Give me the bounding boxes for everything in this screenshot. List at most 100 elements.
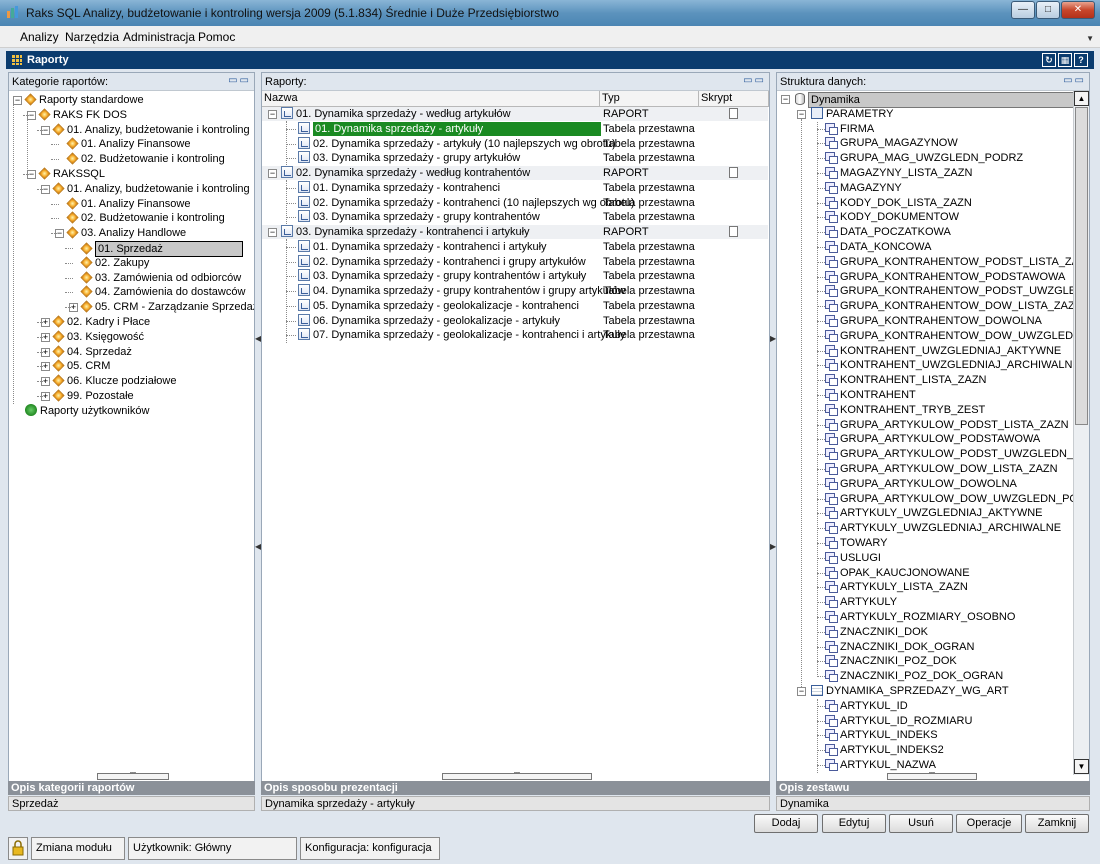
field-item[interactable]: ARTYKUL_ID_ROZMIARU xyxy=(825,714,972,728)
data-structure-tree[interactable]: − Dynamika − PARAMETRY FIRMA GRUPA_MAGAZYNOW G… xyxy=(777,91,1073,773)
col-skrypt[interactable]: Skrypt xyxy=(699,91,769,107)
tree-item[interactable]: 01. Analizy Finansowe xyxy=(66,137,190,151)
parameter-item[interactable]: ARTYKULY_UWZGLEDNIAJ_ARCHIWALNE xyxy=(825,521,1061,535)
tree-item[interactable]: 99. Pozostałe xyxy=(52,389,134,403)
tree-item[interactable]: 02. Kadry i Płace xyxy=(52,315,150,329)
tree-item[interactable]: 01. Sprzedaż xyxy=(80,241,243,257)
scroll-up-icon[interactable]: ▲ xyxy=(1074,91,1089,106)
report-name[interactable]: 01. Dynamika sprzedaży - artykuły xyxy=(298,121,601,136)
parameter-item[interactable]: GRUPA_KONTRAHENTOW_PODST_UWZGLEDN_PODRZ xyxy=(825,284,1073,298)
parameter-item[interactable]: KODY_DOK_LISTA_ZAZN xyxy=(825,196,972,210)
menu-narzedzia[interactable]: Narzędzia xyxy=(65,30,119,44)
tree-item[interactable]: 01. Analizy, budżetowanie i kontroling xyxy=(52,182,250,196)
expander-icon[interactable]: − xyxy=(781,95,790,104)
parameter-item[interactable]: ZNACZNIKI_POZ_DOK_OGRAN xyxy=(825,669,1003,683)
maximize-button[interactable]: □ xyxy=(1036,1,1060,19)
expander-icon[interactable]: − xyxy=(268,110,277,119)
script-icon[interactable] xyxy=(729,167,738,178)
chevron-down-icon[interactable]: ▼ xyxy=(1086,34,1094,43)
data-root[interactable]: Dynamika xyxy=(795,92,1073,108)
parameter-item[interactable]: GRUPA_ARTYKULOW_PODST_UWZGLEDN_PODRZ xyxy=(825,447,1073,461)
tree-item[interactable]: 01. Analizy Finansowe xyxy=(66,197,190,211)
parameter-item[interactable]: ZNACZNIKI_POZ_DOK xyxy=(825,654,957,668)
splitter-grip-icon[interactable]: ˇˇˇ xyxy=(887,773,977,780)
tree-item[interactable]: RAKS FK DOS xyxy=(38,108,127,122)
expander-icon[interactable]: − xyxy=(797,687,806,696)
edit-button[interactable]: Edytuj xyxy=(822,814,886,833)
report-name[interactable]: 01. Dynamika sprzedaży - kontrahenci xyxy=(298,180,500,195)
parameter-item[interactable]: ARTYKULY xyxy=(825,595,897,609)
field-item[interactable]: ARTYKUL_ID xyxy=(825,699,908,713)
refresh-icon[interactable]: ↻ xyxy=(1042,53,1056,67)
menu-administracja[interactable]: Administracja xyxy=(123,30,195,44)
parameter-item[interactable]: ARTYKULY_UWZGLEDNIAJ_AKTYWNE xyxy=(825,506,1043,520)
help-icon[interactable]: ? xyxy=(1074,53,1088,67)
vertical-scrollbar[interactable]: ▲ ▼ xyxy=(1073,91,1089,775)
panel-window-icon[interactable]: ▭▭ xyxy=(228,75,251,86)
scroll-thumb[interactable] xyxy=(1075,107,1088,425)
parameter-item[interactable]: GRUPA_ARTYKULOW_PODST_LISTA_ZAZN xyxy=(825,418,1069,432)
splitter-grip-icon[interactable]: ˇˇˇ xyxy=(442,773,592,780)
tree-item[interactable]: 04. Zamówienia do dostawców xyxy=(80,285,245,299)
parameter-item[interactable]: DATA_POCZATKOWA xyxy=(825,225,951,239)
scroll-down-icon[interactable]: ▼ xyxy=(1074,759,1089,774)
tree-item[interactable]: 03. Zamówienia od odbiorców xyxy=(80,271,241,285)
add-button[interactable]: Dodaj xyxy=(754,814,818,833)
parameter-item[interactable]: KONTRAHENT_UWZGLEDNIAJ_AKTYWNE xyxy=(825,344,1061,358)
minimize-button[interactable]: — xyxy=(1011,1,1035,19)
lock-icon[interactable] xyxy=(8,837,28,860)
col-typ[interactable]: Typ xyxy=(600,91,699,107)
report-name[interactable]: 04. Dynamika sprzedaży - grupy kontrahen… xyxy=(298,284,625,298)
report-name[interactable]: 02. Dynamika sprzedaży - kontrahenci (10… xyxy=(298,195,635,210)
parameter-item[interactable]: GRUPA_ARTYKULOW_DOW_UWZGLEDN_PODRZ xyxy=(825,492,1073,506)
tree-item[interactable]: 05. CRM - Zarządzanie Sprzedażą xyxy=(80,300,254,314)
tree-item[interactable]: 01. Analizy, budżetowanie i kontroling xyxy=(52,123,250,137)
parameter-item[interactable]: ARTYKULY_ROZMIARY_OSOBNO xyxy=(825,610,1015,624)
tree-item[interactable]: Raporty użytkowników xyxy=(25,403,149,418)
close-window-button[interactable]: Zamknij xyxy=(1025,814,1089,833)
report-name[interactable]: 03. Dynamika sprzedaży - grupy artykułów xyxy=(298,151,520,165)
delete-button[interactable]: Usuń xyxy=(889,814,953,833)
report-name[interactable]: 03. Dynamika sprzedaży - grupy kontrahen… xyxy=(298,269,586,283)
field-item[interactable]: ARTYKUL_INDEKS xyxy=(825,728,938,742)
operations-button[interactable]: Operacje xyxy=(956,814,1022,833)
expander-icon[interactable]: − xyxy=(268,228,277,237)
parameter-item[interactable]: MAGAZYNY_LISTA_ZAZN xyxy=(825,166,972,180)
script-icon[interactable] xyxy=(729,108,738,119)
field-item[interactable]: ARTYKUL_INDEKS2 xyxy=(825,743,944,757)
splitter-grip-icon[interactable]: ˇˇˇ xyxy=(97,773,169,780)
report-name[interactable]: 03. Dynamika sprzedaży - kontrahenci i a… xyxy=(281,225,530,239)
expander-icon[interactable]: − xyxy=(13,96,22,105)
expander-icon[interactable]: − xyxy=(797,109,806,119)
menu-analizy[interactable]: Analizy xyxy=(20,30,59,44)
parameter-item[interactable]: GRUPA_MAG_UWZGLEDN_PODRZ xyxy=(825,151,1023,165)
report-name[interactable]: 01. Dynamika sprzedaży - według artykułó… xyxy=(281,107,511,121)
module-switch-button[interactable]: Zmiana modułu ▼ xyxy=(31,837,125,860)
tree-item[interactable]: Raporty standardowe xyxy=(24,93,144,107)
report-name[interactable]: 05. Dynamika sprzedaży - geolokalizacje … xyxy=(298,298,579,313)
parameters-node[interactable]: PARAMETRY xyxy=(811,106,893,121)
tree-item[interactable]: 05. CRM xyxy=(52,359,110,373)
parameter-item[interactable]: GRUPA_KONTRAHENTOW_DOW_LISTA_ZAZN xyxy=(825,299,1073,313)
parameter-item[interactable]: KONTRAHENT_UWZGLEDNIAJ_ARCHIWALNE xyxy=(825,358,1073,372)
report-name[interactable]: 06. Dynamika sprzedaży - geolokalizacje … xyxy=(298,313,560,328)
parameter-item[interactable]: GRUPA_KONTRAHENTOW_PODSTAWOWA xyxy=(825,270,1065,284)
parameter-item[interactable]: ZNACZNIKI_DOK xyxy=(825,625,928,639)
table-node[interactable]: DYNAMIKA_SPRZEDAZY_WG_ART xyxy=(811,684,1009,698)
parameter-item[interactable]: USLUGI xyxy=(825,551,881,565)
parameter-item[interactable]: DATA_KONCOWA xyxy=(825,240,931,254)
parameter-item[interactable]: ZNACZNIKI_DOK_OGRAN xyxy=(825,640,974,654)
report-name[interactable]: 07. Dynamika sprzedaży - geolokalizacje … xyxy=(298,328,625,342)
parameter-item[interactable]: KONTRAHENT_LISTA_ZAZN xyxy=(825,373,987,387)
field-item[interactable]: ARTYKUL_NAZWA xyxy=(825,758,936,772)
parameter-item[interactable]: TOWARY xyxy=(825,536,887,550)
close-button[interactable]: ✕ xyxy=(1061,1,1095,19)
layout-icon[interactable]: ▦ xyxy=(1058,53,1072,67)
panel-window-icon[interactable]: ▭▭ xyxy=(1063,75,1086,86)
col-nazwa[interactable]: Nazwa xyxy=(262,91,600,107)
tree-item[interactable]: RAKSSQL xyxy=(38,167,105,181)
parameter-item[interactable]: OPAK_KAUCJONOWANE xyxy=(825,566,970,580)
reports-list[interactable]: − 01. Dynamika sprzedaży - według artykuł… xyxy=(262,107,769,771)
parameter-item[interactable]: MAGAZYNY xyxy=(825,181,902,195)
parameter-item[interactable]: KONTRAHENT_TRYB_ZEST xyxy=(825,403,985,417)
